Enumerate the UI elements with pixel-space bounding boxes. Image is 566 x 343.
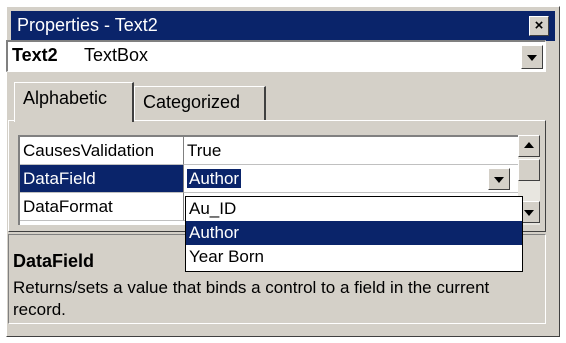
title-bar[interactable]: Properties - Text2 × xyxy=(11,11,555,41)
close-icon: × xyxy=(534,17,544,34)
window-title: Properties - Text2 xyxy=(17,15,158,35)
description-title: DataField xyxy=(13,251,95,271)
tab-categorized[interactable]: Categorized xyxy=(134,86,266,120)
object-type: TextBox xyxy=(84,45,149,65)
tab-alphabetic[interactable]: Alphabetic xyxy=(14,82,134,122)
tab-label: Categorized xyxy=(143,92,241,112)
chevron-down-icon xyxy=(527,55,537,61)
object-selector[interactable]: Text2 TextBox xyxy=(6,40,546,72)
object-name: Text2 xyxy=(12,45,58,65)
scroll-up-button[interactable] xyxy=(518,135,540,157)
scroll-thumb[interactable] xyxy=(518,159,540,181)
object-selector-dropdown-button[interactable] xyxy=(521,45,543,69)
property-value[interactable]: Author xyxy=(184,165,518,193)
property-value[interactable]: True xyxy=(184,137,518,165)
dropdown-item[interactable]: Year Born xyxy=(186,245,522,269)
description-text: Returns/sets a value that binds a contro… xyxy=(13,278,490,319)
tab-label: Alphabetic xyxy=(23,88,108,108)
property-name: DataField xyxy=(20,165,184,193)
property-row-causesvalidation[interactable]: CausesValidation True xyxy=(20,137,518,165)
datafield-dropdown-button[interactable] xyxy=(488,168,510,190)
property-row-datafield[interactable]: DataField Author xyxy=(20,165,518,193)
dropdown-item[interactable]: Au_ID xyxy=(186,197,522,221)
close-button[interactable]: × xyxy=(529,16,549,36)
property-name: DataFormat xyxy=(20,193,184,221)
chevron-down-icon xyxy=(524,210,534,216)
dropdown-item-selected[interactable]: Author xyxy=(186,221,522,245)
property-name: CausesValidation xyxy=(20,137,184,165)
chevron-down-icon xyxy=(494,177,504,183)
chevron-up-icon xyxy=(524,142,534,148)
datafield-dropdown-list[interactable]: Au_ID Author Year Born xyxy=(185,196,523,272)
datafield-value[interactable]: Author xyxy=(187,169,242,188)
